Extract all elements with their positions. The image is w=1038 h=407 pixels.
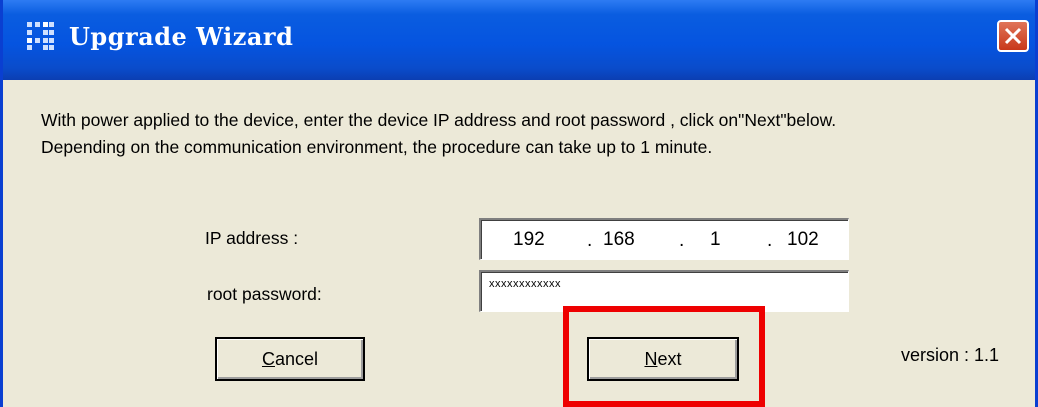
cancel-button[interactable]: Cancel: [215, 337, 365, 381]
cancel-accelerator: C: [261, 348, 275, 369]
wizard-app-icon: [27, 22, 55, 50]
instructions-line-1: With power applied to the device, enter …: [41, 110, 837, 130]
ip-octet-3[interactable]: 1: [710, 229, 721, 251]
close-icon: [1004, 27, 1022, 45]
ip-address-field[interactable]: 192 . 168 . 1 . 102: [479, 218, 849, 260]
version-label: version : 1.1: [901, 345, 1000, 365]
next-button-highlight: [563, 306, 765, 407]
instructions-line-2: Depending on the communication environme…: [41, 137, 713, 157]
ip-address-label: IP address :: [205, 228, 299, 248]
instructions-text: With power applied to the device, enter …: [41, 107, 1031, 161]
ip-separator: .: [679, 230, 685, 251]
close-button[interactable]: [997, 20, 1029, 52]
ip-octet-4[interactable]: 102: [787, 229, 819, 251]
ip-octet-1[interactable]: 192: [513, 229, 545, 251]
title-bar[interactable]: Upgrade Wizard: [3, 0, 1035, 80]
window-title: Upgrade Wizard: [69, 22, 294, 51]
ip-octet-2[interactable]: 168: [603, 229, 635, 251]
root-password-label: root password:: [207, 284, 322, 304]
ip-separator: .: [767, 230, 773, 251]
password-masked-value: xxxxxxxxxxxx: [489, 278, 561, 290]
ip-separator: .: [587, 230, 593, 251]
cancel-label: ancel: [274, 348, 319, 369]
upgrade-wizard-dialog: Upgrade Wizard With power applied to the…: [0, 0, 1038, 407]
